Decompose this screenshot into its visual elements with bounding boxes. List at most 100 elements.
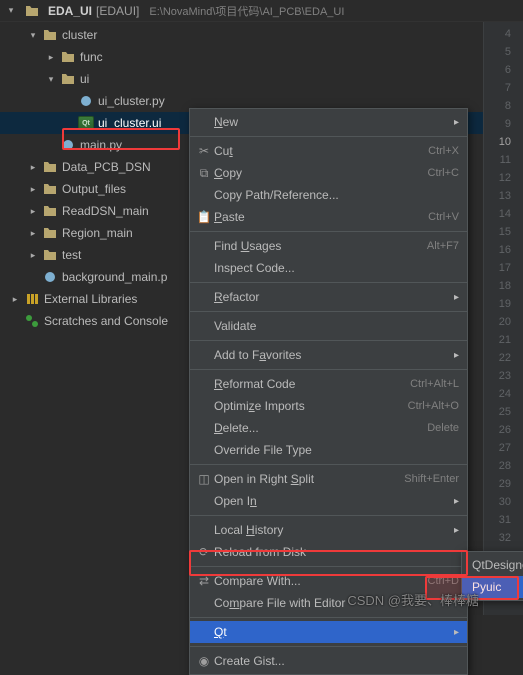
line-number[interactable]: 16 (484, 241, 523, 259)
chevron-right-icon: ▸ (454, 292, 459, 303)
chevron-right-icon: ▸ (454, 525, 459, 536)
line-number[interactable]: 27 (484, 439, 523, 457)
chevron-down-icon[interactable]: ▾ (6, 6, 16, 16)
line-number[interactable]: 25 (484, 403, 523, 421)
menu-separator (190, 340, 467, 341)
tree-label: Scratches and Console (44, 314, 168, 328)
line-number[interactable]: 11 (484, 151, 523, 169)
editor-gutter: 4567891011121314151617181920212223242526… (483, 22, 523, 615)
menu-reformat[interactable]: Reformat CodeCtrl+Alt+L (190, 373, 467, 395)
line-number[interactable]: 23 (484, 367, 523, 385)
line-number[interactable]: 6 (484, 61, 523, 79)
line-number[interactable]: 26 (484, 421, 523, 439)
line-number[interactable]: 22 (484, 349, 523, 367)
menu-cut[interactable]: ✂CutCtrl+X (190, 140, 467, 162)
line-number[interactable]: 30 (484, 493, 523, 511)
chevron-right-icon[interactable]: ▸ (28, 250, 38, 260)
tree-folder-func[interactable]: ▸ func (0, 46, 523, 68)
line-number[interactable]: 4 (484, 25, 523, 43)
line-number[interactable]: 20 (484, 313, 523, 331)
spacer (10, 316, 20, 326)
tree-label: func (80, 50, 103, 64)
folder-icon (60, 49, 76, 65)
menu-paste[interactable]: 📋PasteCtrl+V (190, 206, 467, 228)
menu-new[interactable]: New▸ (190, 111, 467, 133)
menu-delete[interactable]: Delete...Delete (190, 417, 467, 439)
line-number[interactable]: 28 (484, 457, 523, 475)
line-number[interactable]: 29 (484, 475, 523, 493)
menu-optimize[interactable]: Optimize ImportsCtrl+Alt+O (190, 395, 467, 417)
submenu-qtdesigner[interactable]: QtDesigner (462, 554, 523, 576)
menu-copy-path[interactable]: Copy Path/Reference... (190, 184, 467, 206)
python-file-icon (78, 93, 94, 109)
line-number[interactable]: 15 (484, 223, 523, 241)
qt-ui-file-icon: Qt (78, 115, 94, 131)
folder-icon (42, 181, 58, 197)
project-root-label[interactable]: EDA_UI (48, 4, 92, 18)
menu-separator (190, 464, 467, 465)
watermark-text: CSDN @我要、棒棒糖 (347, 590, 479, 609)
menu-validate[interactable]: Validate (190, 315, 467, 337)
menu-override[interactable]: Override File Type (190, 439, 467, 461)
tree-folder-cluster[interactable]: ▾ cluster (0, 24, 523, 46)
tree-folder-ui[interactable]: ▾ ui (0, 68, 523, 90)
menu-reload[interactable]: ⟳Reload from Disk (190, 541, 467, 563)
reload-icon: ⟳ (194, 545, 214, 559)
tree-label: ui_cluster.py (98, 94, 165, 108)
chevron-right-icon: ▸ (454, 117, 459, 128)
line-number[interactable]: 24 (484, 385, 523, 403)
spacer (28, 272, 38, 282)
line-number[interactable]: 32 (484, 529, 523, 547)
line-number[interactable]: 9 (484, 115, 523, 133)
line-number[interactable]: 5 (484, 43, 523, 61)
scratches-icon (24, 313, 40, 329)
project-path: E:\NovaMind\项目代码\AI_PCB\EDA_UI (149, 3, 344, 19)
menu-separator (190, 311, 467, 312)
line-number[interactable]: 8 (484, 97, 523, 115)
line-number[interactable]: 13 (484, 187, 523, 205)
line-number[interactable]: 21 (484, 331, 523, 349)
line-number[interactable]: 19 (484, 295, 523, 313)
menu-open-split[interactable]: ◫Open in Right SplitShift+Enter (190, 468, 467, 490)
menu-compare[interactable]: ⇄Compare With...Ctrl+D (190, 570, 467, 592)
menu-qt[interactable]: Qt▸ (190, 621, 467, 643)
chevron-down-icon[interactable]: ▾ (28, 30, 38, 40)
folder-icon (42, 27, 58, 43)
line-number[interactable]: 12 (484, 169, 523, 187)
chevron-right-icon[interactable]: ▸ (28, 162, 38, 172)
tree-label: background_main.p (62, 270, 167, 284)
chevron-right-icon[interactable]: ▸ (10, 294, 20, 304)
scissors-icon: ✂ (194, 144, 214, 158)
chevron-down-icon[interactable]: ▾ (46, 74, 56, 84)
menu-find-usages[interactable]: Find UsagesAlt+F7 (190, 235, 467, 257)
line-number[interactable]: 14 (484, 205, 523, 223)
python-file-icon (60, 137, 76, 153)
project-header: ▾ EDA_UI [EDAUI] E:\NovaMind\项目代码\AI_PCB… (0, 0, 523, 22)
menu-separator (190, 617, 467, 618)
line-number[interactable]: 17 (484, 259, 523, 277)
chevron-right-icon[interactable]: ▸ (46, 52, 56, 62)
folder-icon (42, 225, 58, 241)
chevron-right-icon[interactable]: ▸ (28, 184, 38, 194)
chevron-right-icon[interactable]: ▸ (28, 228, 38, 238)
folder-icon (42, 203, 58, 219)
menu-favorites[interactable]: Add to Favorites▸ (190, 344, 467, 366)
menu-create-gist[interactable]: ◉Create Gist... (190, 650, 467, 672)
menu-refactor[interactable]: Refactor▸ (190, 286, 467, 308)
menu-open-in[interactable]: Open In▸ (190, 490, 467, 512)
line-number[interactable]: 31 (484, 511, 523, 529)
library-icon (24, 291, 40, 307)
menu-inspect[interactable]: Inspect Code... (190, 257, 467, 279)
spacer (64, 118, 74, 128)
spacer (46, 140, 56, 150)
chevron-right-icon[interactable]: ▸ (28, 206, 38, 216)
line-number[interactable]: 10 (484, 133, 523, 151)
folder-icon (42, 159, 58, 175)
line-number[interactable]: 18 (484, 277, 523, 295)
tree-label: ui (80, 72, 89, 86)
menu-local-history[interactable]: Local History▸ (190, 519, 467, 541)
menu-copy[interactable]: ⧉CopyCtrl+C (190, 162, 467, 184)
module-bracket: [EDAUI] (96, 4, 139, 18)
line-number[interactable]: 7 (484, 79, 523, 97)
menu-separator (190, 515, 467, 516)
